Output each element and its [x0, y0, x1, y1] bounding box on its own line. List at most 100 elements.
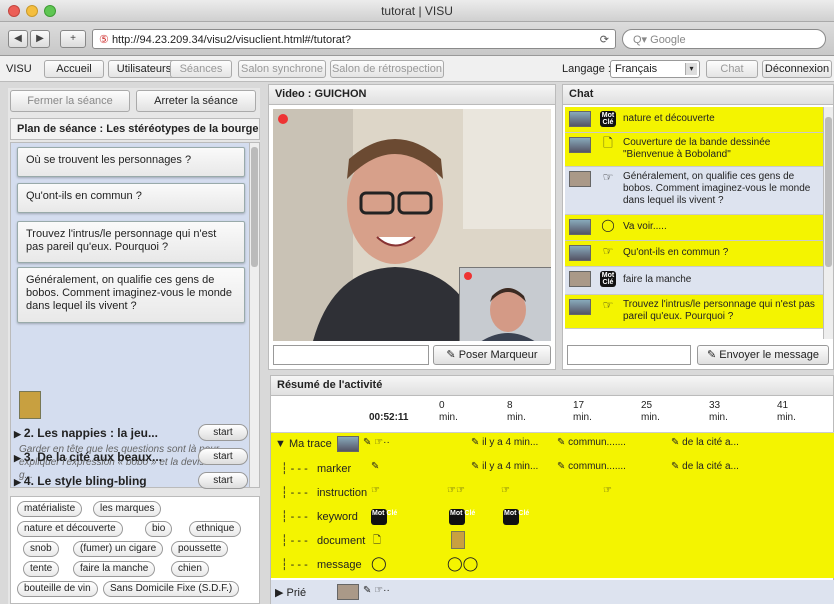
section-2[interactable]: ▶ 2. Les nappies : la jeu... start — [10, 422, 250, 444]
accueil-button[interactable]: Accueil — [44, 60, 104, 78]
section-3[interactable]: ▶ 3. De la cité aux beaux... start — [10, 446, 250, 468]
plan-title: Plan de séance : Les stéréotypes de la b… — [10, 118, 260, 140]
keyword-icon: Mot Clé — [599, 271, 617, 287]
chevron-right-icon: ▶ — [14, 477, 21, 487]
tag[interactable]: matérialiste — [17, 501, 83, 517]
question-item[interactable]: Où se trouvent les personnages ? — [17, 147, 245, 177]
avatar — [569, 219, 591, 235]
document-row[interactable]: ┆ ‑ ‑ ‑ document 🗋 — [271, 528, 834, 552]
keyword-icon[interactable]: Mot Clé — [449, 507, 475, 525]
trace-row[interactable]: ▼ Ma trace ✎ ☞·· ✎ il y a 4 min... ✎ com… — [271, 432, 834, 456]
video-feed — [273, 109, 551, 341]
tag[interactable]: faire la manche — [73, 561, 156, 577]
browser-toolbar: ◀ ▶ + ⑤ http://94.23.209.34/visu2/visucl… — [0, 22, 834, 56]
trace-event[interactable]: ✎ de la cité a... — [671, 437, 739, 448]
record-indicator-icon — [464, 272, 472, 280]
salon-synchrone-button[interactable]: Salon synchrone — [238, 60, 326, 78]
salon-retrospection-button[interactable]: Salon de rétrospection — [330, 60, 444, 78]
tag[interactable]: poussette — [171, 541, 229, 557]
document-thumbnail-icon[interactable] — [451, 531, 465, 549]
avatar — [569, 137, 591, 153]
deconnexion-button[interactable]: Déconnexion — [762, 60, 832, 78]
trace-event[interactable]: ✎ il y a 4 min... — [471, 437, 538, 448]
search-field[interactable]: Q▾ Google — [622, 29, 826, 49]
start-button[interactable]: start — [198, 472, 248, 489]
chat-message[interactable]: Mot Clé nature et découverte — [565, 107, 825, 133]
chat-input[interactable] — [567, 345, 691, 365]
row-label: ┆ ‑ ‑ ‑ marker — [281, 463, 352, 475]
section-4[interactable]: ▶ 4. Le style bling-bling start — [10, 470, 250, 492]
section-title: 4. Le style bling-bling — [23, 474, 147, 488]
chat-message[interactable]: Mot Clé faire la manche — [565, 267, 825, 295]
pointing-hand-icon[interactable]: ☞ — [501, 485, 510, 496]
tag[interactable]: bouteille de vin — [17, 581, 98, 597]
trace-event[interactable]: ✎ commun....... — [557, 437, 626, 448]
question-item[interactable]: Qu'ont-ils en commun ? — [17, 183, 245, 213]
seances-button[interactable]: Séances — [170, 60, 232, 78]
event-label: de la cité a... — [682, 437, 739, 448]
keyword-tags: matérialiste les marques nature et décou… — [10, 496, 260, 604]
summary-header: Résumé de l'activité — [271, 376, 833, 396]
pointing-hand-icon[interactable]: ☞☞ — [447, 485, 465, 496]
marker-row[interactable]: ┆ ‑ ‑ ‑ marker ✎ ✎ il y a 4 min... ✎ com… — [271, 456, 834, 480]
chat-scrollbar[interactable] — [823, 107, 833, 339]
tag[interactable]: tente — [23, 561, 60, 577]
tag[interactable]: nature et découverte — [17, 521, 123, 537]
row-label: ┆ ‑ ‑ ‑ message — [281, 559, 362, 571]
marker-event[interactable]: ✎ il y a 4 min... — [471, 461, 538, 472]
keyword-row[interactable]: ┆ ‑ ‑ ‑ keyword Mot Clé Mot Clé Mot Clé — [271, 504, 834, 528]
document-icon[interactable]: 🗋 — [373, 533, 381, 550]
chat-message[interactable]: ☞ Trouvez l'intrus/le personnage qui n'e… — [565, 295, 825, 329]
keyword-icon[interactable]: Mot Clé — [371, 507, 397, 525]
row-title: marker — [316, 463, 352, 475]
arreter-seance-button[interactable]: Arreter la séance — [136, 90, 256, 112]
message-row[interactable]: ┆ ‑ ‑ ‑ message ◯ ◯◯ — [271, 552, 834, 576]
marker-input[interactable] — [273, 345, 429, 365]
question-item[interactable]: Généralement, on qualifie ces gens de bo… — [17, 267, 245, 323]
pointing-hand-icon[interactable]: ☞ — [603, 485, 612, 496]
message-text: faire la manche — [623, 274, 692, 285]
speech-bubble-icon[interactable]: ◯◯ — [447, 555, 478, 572]
url-field[interactable]: ⑤ http://94.23.209.34/visu2/visuclient.h… — [92, 29, 616, 49]
tag[interactable]: Sans Domicile Fixe (S.D.F.) — [103, 581, 240, 597]
question-item[interactable]: Trouvez l'intrus/le personnage qui n'est… — [17, 221, 245, 263]
chat-button[interactable]: Chat — [706, 60, 758, 78]
keyword-icon[interactable]: Mot Clé — [503, 507, 529, 525]
window-titlebar: tutorat | VISU — [0, 0, 834, 22]
poser-marqueur-label: Poser Marqueur — [458, 349, 538, 361]
document-thumbnail[interactable] — [19, 391, 41, 419]
instruction-row[interactable]: ┆ ‑ ‑ ‑ instruction ☞ ☞☞ ☞ ☞ — [271, 480, 834, 504]
marker-event[interactable]: ✎ commun....... — [557, 461, 626, 472]
chevron-right-icon: ▶ — [14, 429, 21, 439]
pried-row[interactable]: ▶ Prié ✎ ☞·· — [271, 580, 834, 604]
questions-scrollbar[interactable] — [249, 143, 259, 487]
chat-message[interactable]: ☞ Généralement, on qualifie ces gens de … — [565, 167, 825, 215]
speech-bubble-icon[interactable]: ◯ — [371, 555, 387, 572]
envoyer-message-button[interactable]: ✎ Envoyer le message — [697, 345, 829, 365]
fermer-seance-button[interactable]: Fermer la séance — [10, 90, 130, 112]
tag[interactable]: ethnique — [189, 521, 242, 537]
poser-marqueur-button[interactable]: ✎ Poser Marqueur — [433, 345, 551, 365]
reload-icon[interactable]: ⟳ — [600, 33, 609, 46]
keyword-icon: Mot Clé — [599, 111, 617, 127]
add-bookmark-button[interactable]: + — [60, 30, 86, 48]
row-title: message — [316, 559, 362, 571]
chat-message[interactable]: 🗋 Couverture de la bande dessinée "Bienv… — [565, 133, 825, 167]
chat-message[interactable]: ☞ Qu'ont-ils en commun ? — [565, 241, 825, 267]
chat-header: Chat — [563, 85, 833, 105]
event-label: de la cité a... — [682, 461, 739, 472]
tag[interactable]: chien — [171, 561, 209, 577]
marker-event[interactable]: ✎ de la cité a... — [671, 461, 739, 472]
tag[interactable]: les marques — [93, 501, 162, 517]
forward-button[interactable]: ▶ — [30, 30, 50, 48]
back-button[interactable]: ◀ — [8, 30, 28, 48]
tag[interactable]: bio — [145, 521, 173, 537]
langage-select[interactable]: Français ▾ — [610, 60, 700, 78]
start-button[interactable]: start — [198, 424, 248, 441]
start-button[interactable]: start — [198, 448, 248, 465]
pointing-hand-icon[interactable]: ☞ — [371, 485, 380, 496]
tag[interactable]: snob — [23, 541, 59, 557]
tag[interactable]: (fumer) un cigare — [73, 541, 164, 557]
chat-message[interactable]: ◯ Va voir..... — [565, 215, 825, 241]
tick-unit: min. — [641, 412, 660, 423]
